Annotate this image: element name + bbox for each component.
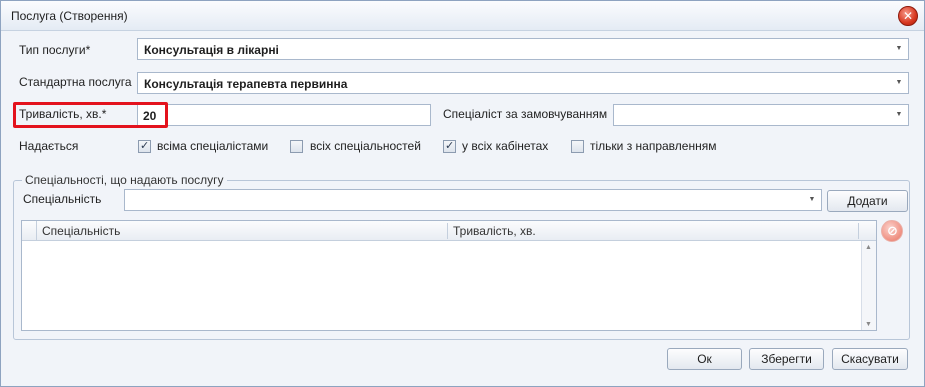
checkbox-all-rooms[interactable]: ✓ bbox=[443, 140, 456, 153]
close-button[interactable]: ✕ bbox=[898, 6, 918, 26]
specialty-label: Спеціальність bbox=[23, 192, 102, 206]
duration-input[interactable]: 20 bbox=[137, 104, 431, 126]
checkbox-all-rooms-label[interactable]: у всіх кабінетах bbox=[462, 139, 548, 153]
standard-service-combo[interactable]: Консультація терапевта первинна ▼ bbox=[137, 72, 909, 94]
column-header-duration[interactable]: Тривалість, хв. bbox=[453, 224, 536, 238]
save-button[interactable]: Зберегти bbox=[749, 348, 824, 370]
checkbox-all-specialties[interactable] bbox=[290, 140, 303, 153]
checkmark-icon: ✓ bbox=[140, 140, 150, 152]
row-indicator-header bbox=[22, 221, 37, 241]
window-title: Послуга (Створення) bbox=[11, 9, 128, 23]
ok-button[interactable]: Ок bbox=[667, 348, 742, 370]
delete-row-icon: ⊘ bbox=[887, 223, 898, 238]
column-separator bbox=[447, 223, 448, 239]
dialog-window: Послуга (Створення) ✕ Тип послуги* Консу… bbox=[0, 0, 925, 387]
delete-row-button[interactable]: ⊘ bbox=[881, 220, 903, 242]
scroll-down-icon[interactable]: ▼ bbox=[865, 321, 872, 328]
chevron-down-icon[interactable]: ▼ bbox=[893, 108, 905, 122]
duration-highlight-box bbox=[13, 102, 168, 128]
column-header-specialty[interactable]: Спеціальність bbox=[42, 224, 120, 238]
service-type-label: Тип послуги* bbox=[19, 43, 91, 57]
standard-service-value: Консультація терапевта первинна bbox=[144, 77, 348, 91]
close-icon: ✕ bbox=[902, 9, 914, 23]
default-specialist-combo[interactable]: ▼ bbox=[613, 104, 909, 126]
chevron-down-icon[interactable]: ▼ bbox=[806, 193, 818, 207]
checkbox-all-specialists-label[interactable]: всіма спеціалістами bbox=[157, 139, 268, 153]
scroll-up-icon[interactable]: ▲ bbox=[865, 244, 872, 251]
checkbox-referral-only-label[interactable]: тільки з направленням bbox=[590, 139, 716, 153]
checkmark-icon: ✓ bbox=[445, 140, 455, 152]
chevron-down-icon[interactable]: ▼ bbox=[893, 76, 905, 90]
specialties-grid: Спеціальність Тривалість, хв. ▲ ▼ bbox=[21, 220, 877, 331]
standard-service-label: Стандартна послуга bbox=[19, 75, 132, 89]
vertical-scrollbar[interactable]: ▲ ▼ bbox=[861, 241, 876, 330]
default-specialist-label: Спеціаліст за замовчуванням bbox=[443, 107, 608, 121]
grid-header: Спеціальність Тривалість, хв. bbox=[22, 221, 876, 241]
add-button[interactable]: Додати bbox=[827, 190, 908, 212]
service-type-combo[interactable]: Консультація в лікарні ▼ bbox=[137, 38, 909, 60]
specialties-group-legend: Спеціальності, що надають послугу bbox=[22, 173, 227, 187]
checkbox-all-specialists[interactable]: ✓ bbox=[138, 140, 151, 153]
service-type-value: Консультація в лікарні bbox=[144, 43, 279, 57]
checkbox-referral-only[interactable] bbox=[571, 140, 584, 153]
column-separator bbox=[858, 223, 859, 239]
cancel-button[interactable]: Скасувати bbox=[832, 348, 908, 370]
title-bar: Послуга (Створення) ✕ bbox=[1, 1, 924, 31]
checkbox-all-specialties-label[interactable]: всіх спеціальностей bbox=[310, 139, 421, 153]
chevron-down-icon[interactable]: ▼ bbox=[893, 42, 905, 56]
provided-label: Надається bbox=[19, 139, 79, 153]
specialty-combo[interactable]: ▼ bbox=[124, 189, 822, 211]
